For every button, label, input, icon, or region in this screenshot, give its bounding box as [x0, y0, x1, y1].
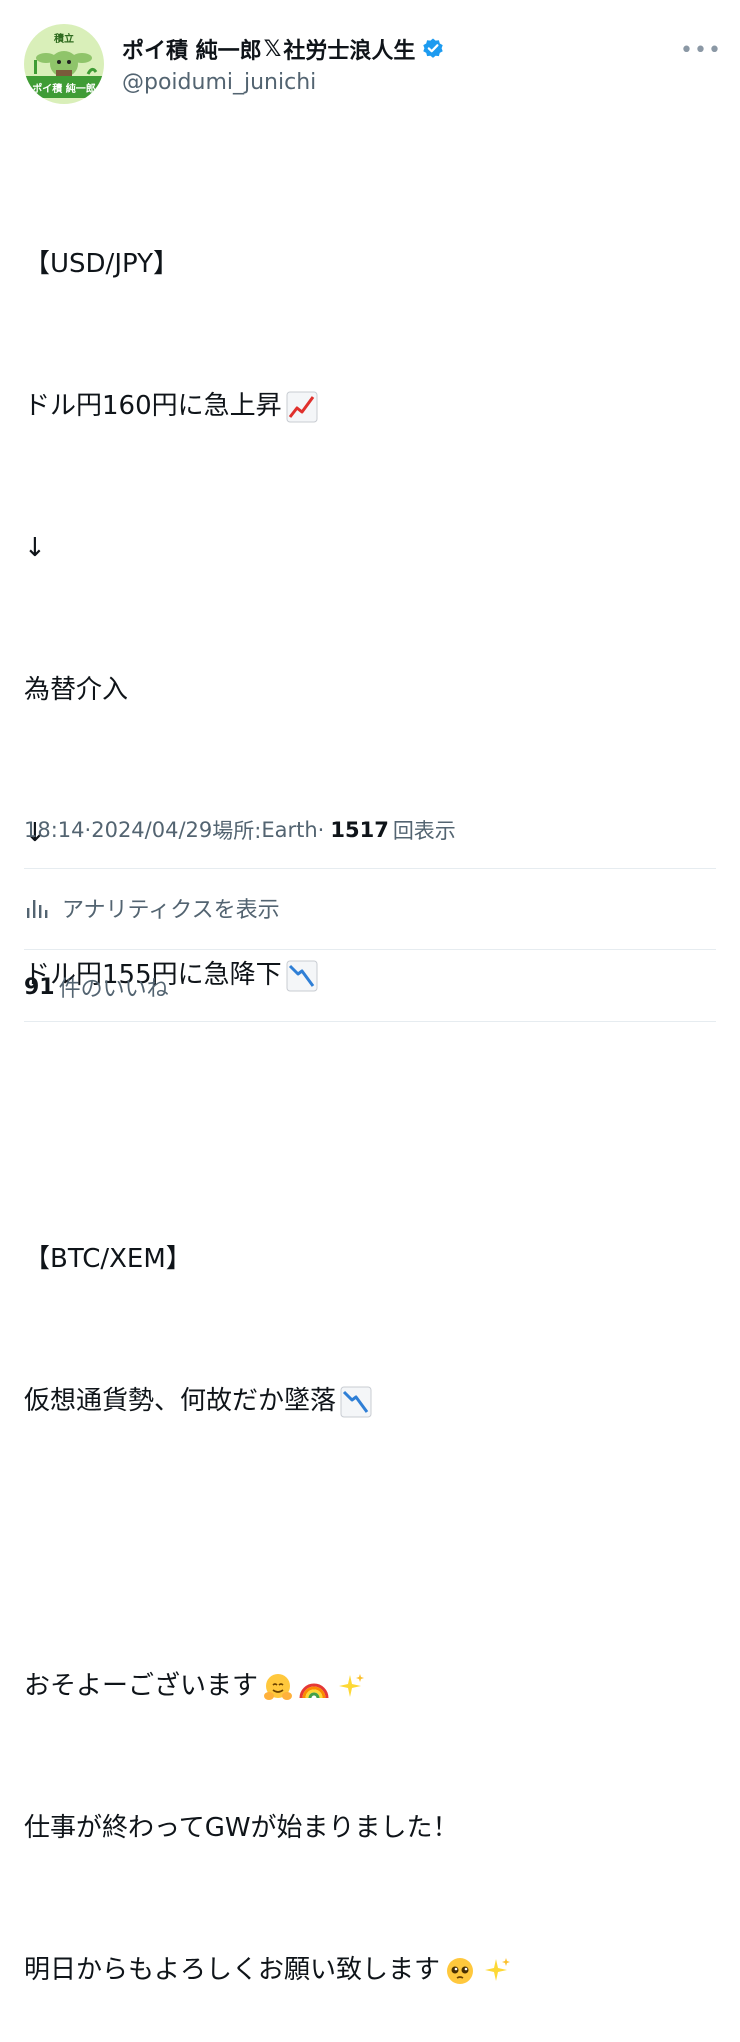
display-name-row[interactable]: ポイ積 純一郎 𝕏 社労士浪人生	[122, 34, 445, 64]
tweet-time[interactable]: 18:14	[24, 818, 85, 842]
tweet-line-text: 仕事が終わってGWが始まりました！	[24, 1813, 459, 1844]
tweet-line-text: 【USD/JPY】	[24, 248, 179, 279]
avatar-bottom-text: ポイ積 純一郎	[32, 84, 96, 95]
display-name-suffix[interactable]: 社労士浪人生	[283, 33, 415, 65]
rainbow-emoji-icon	[299, 1683, 329, 1698]
sparkles-emoji-icon	[485, 1957, 511, 1981]
tweet-line: ↓	[24, 525, 716, 572]
tweet-line-text: おそよーございます	[24, 1670, 259, 1701]
meta-separator: ·	[317, 818, 325, 842]
tweet-line-text: ↓	[24, 533, 46, 564]
avatar-top-text: 積立	[54, 34, 74, 45]
x-logo-glyph: 𝕏	[263, 36, 282, 62]
divider	[24, 1021, 716, 1022]
view-count-label: 回表示	[392, 819, 456, 843]
meta-separator: ·	[84, 818, 92, 842]
like-count-label[interactable]: 件のいいね	[59, 971, 169, 1003]
chart-decreasing-emoji-icon	[286, 960, 318, 992]
verified-badge-icon[interactable]	[421, 37, 445, 61]
tweet-meta: 18:14 · 2024/04/29 場所: Earth · 1517 回表示	[24, 815, 456, 845]
divider	[24, 949, 716, 950]
sparkles-emoji-icon	[339, 1673, 365, 1697]
tweet-line-text: 【BTC/XEM】	[24, 1244, 192, 1275]
tweet-date[interactable]: 2024/04/29	[91, 818, 212, 842]
analytics-bar-chart-icon	[27, 900, 48, 918]
avatar[interactable]: 積立 ポイ積 純一郎	[24, 24, 104, 104]
tweet-line-text: 明日からもよろしくお願い致します	[24, 1955, 441, 1986]
tweet-text: 【USD/JPY】 ドル円160円に急上昇 ↓ 為替介入 ↓ ドル円155円に急…	[24, 146, 716, 2042]
tweet-line: おそよーございます	[24, 1663, 716, 1710]
author-handle[interactable]: @poidumi_junichi	[122, 70, 445, 95]
tweet-line: 仮想通貨勢、何故だか墜落	[24, 1378, 716, 1425]
pleading-face-emoji-icon	[447, 1957, 474, 1984]
tweet-line: 明日からもよろしくお願い致します	[24, 1947, 716, 1994]
hugging-face-emoji-icon	[264, 1673, 293, 1700]
view-count: 1517	[330, 818, 389, 842]
tweet-line: 仕事が終わってGWが始まりました！	[24, 1805, 716, 1852]
author-names: ポイ積 純一郎 𝕏 社労士浪人生 @poidumi_junichi	[122, 34, 445, 95]
more-options-icon[interactable]: •••	[680, 38, 721, 63]
tweet-line-text: 為替介入	[24, 675, 129, 706]
chart-increasing-emoji-icon	[286, 391, 318, 423]
tweet-header: 積立 ポイ積 純一郎 ポイ積 純一郎 𝕏 社労士浪人生 @poidumi_jun…	[24, 24, 721, 104]
tweet-line: 【USD/JPY】	[24, 241, 716, 288]
likes-summary[interactable]: 91 件のいいね	[24, 969, 169, 1005]
location-value[interactable]: Earth	[261, 818, 317, 842]
view-analytics-link[interactable]: アナリティクスを表示	[24, 888, 280, 928]
chart-decreasing-emoji-icon	[340, 1386, 372, 1418]
tweet-line: ドル円160円に急上昇	[24, 383, 716, 430]
tweet-line: 【BTC/XEM】	[24, 1236, 716, 1283]
display-name[interactable]: ポイ積 純一郎	[122, 33, 262, 65]
tweet-line-text: 仮想通貨勢、何故だか墜落	[24, 1386, 337, 1417]
divider	[24, 868, 716, 869]
tweet-line: 為替介入	[24, 667, 716, 714]
location-label: 場所:	[212, 819, 262, 843]
analytics-label[interactable]: アナリティクスを表示	[62, 892, 280, 924]
like-count[interactable]: 91	[24, 975, 55, 1000]
tweet-line-text: ドル円160円に急上昇	[24, 391, 282, 422]
